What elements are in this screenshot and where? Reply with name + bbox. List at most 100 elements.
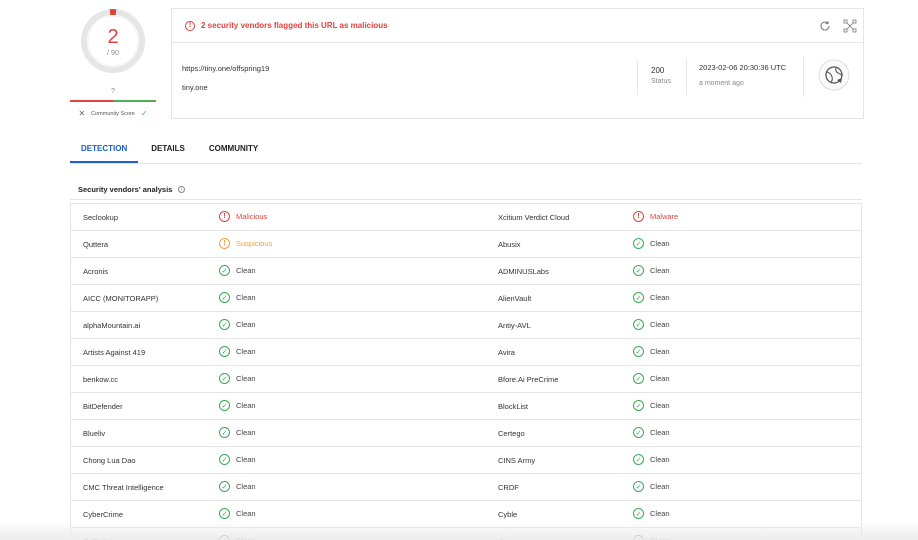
check-circle-icon: ✓	[633, 238, 644, 249]
community-score-bar	[70, 100, 156, 102]
vendor-verdict: ✓ Clean	[219, 508, 256, 519]
vendor-name: Xcitium Verdict Cloud	[498, 213, 570, 222]
verdict-label: Clean	[236, 320, 256, 329]
check-circle-icon: ✓	[633, 427, 644, 438]
check-circle-icon: ✓	[633, 346, 644, 357]
analysis-date: 2023-02-06 20:30:36 UTC a moment ago	[686, 59, 786, 95]
alert-banner: ! 2 security vendors flagged this URL as…	[172, 9, 863, 43]
table-row: benkow.cc ✓ Clean Bfore.Ai PreCrime ✓ Clean	[71, 366, 861, 393]
check-circle-icon: ✓	[219, 481, 230, 492]
check-circle-icon: ✓	[633, 292, 644, 303]
check-circle-icon: ✓	[219, 427, 230, 438]
verdict-label: Clean	[236, 347, 256, 356]
verdict-label: Clean	[650, 374, 670, 383]
url-globe-icon	[818, 59, 850, 91]
verdict-label: Malicious	[236, 212, 268, 221]
vendor-verdict: ✓ Clean	[633, 346, 670, 357]
check-circle-icon: ✓	[219, 454, 230, 465]
http-status: 200 Status	[637, 61, 671, 95]
section-title: Security vendors' analysis	[78, 185, 173, 194]
detection-score-widget: 2 / 90 ? ✕ Community Score ✓	[70, 6, 158, 122]
check-circle-icon: ✓	[219, 265, 230, 276]
vendor-verdict: ✓ Clean	[633, 292, 670, 303]
vote-up-icon[interactable]: ✓	[141, 109, 148, 118]
check-circle-icon: ✓	[633, 319, 644, 330]
vendor-name: AlienVault	[498, 294, 532, 303]
vendor-name: Artists Against 419	[83, 348, 146, 357]
vendor-verdict: ✓ Clean	[219, 292, 256, 303]
vendor-name: benkow.cc	[83, 375, 119, 384]
check-circle-icon: ✓	[633, 400, 644, 411]
table-row: Artists Against 419 ✓ Clean Avira ✓ Clean	[71, 339, 861, 366]
vendor-verdict: ✓ Clean	[633, 265, 670, 276]
vote-down-icon[interactable]: ✕	[78, 109, 85, 118]
verdict-label: Clean	[236, 266, 256, 275]
tab-details[interactable]: DETAILS	[151, 137, 185, 163]
vendor-verdict: ✓ Clean	[633, 508, 670, 519]
vendor-name: CINS Army	[498, 456, 536, 465]
check-circle-icon: ✓	[219, 319, 230, 330]
url-info-card: ! 2 security vendors flagged this URL as…	[171, 8, 864, 119]
detection-count: 2	[107, 26, 119, 48]
verdict-label: Clean	[236, 401, 256, 410]
table-row: Quttera! Suspicious Abusix ✓ Clean	[71, 231, 861, 258]
info-icon[interactable]: i	[178, 186, 186, 193]
vendors-section-header: Security vendors' analysis i	[70, 180, 862, 200]
verdict-label: Clean	[236, 455, 256, 464]
date-relative: a moment ago	[699, 80, 744, 87]
reanalyze-icon[interactable]	[819, 20, 831, 32]
verdict-label: Clean	[650, 401, 670, 410]
vendor-name: alphaMountain.ai	[83, 321, 141, 330]
graph-icon[interactable]	[843, 19, 857, 33]
vendor-name: Chong Lua Dao	[83, 456, 136, 465]
vendor-name: AICC (MONITORAPP)	[83, 294, 159, 303]
check-circle-icon: ✓	[219, 292, 230, 303]
verdict-label: Clean	[650, 266, 670, 275]
vendor-verdict: ✓ Clean	[633, 427, 670, 438]
vendor-verdict: ✓ Clean	[633, 319, 670, 330]
vendor-name: Avira	[498, 348, 515, 357]
check-circle-icon: ✓	[633, 265, 644, 276]
verdict-label: Clean	[650, 455, 670, 464]
verdict-label: Clean	[650, 509, 670, 518]
vendor-name: Certego	[498, 429, 525, 438]
table-row: BitDefender ✓ Clean BlockList ✓ Clean	[71, 393, 861, 420]
table-row: Seclookup! Malicious Xcitium Verdict Cloud…	[71, 204, 861, 231]
verdict-label: Clean	[236, 374, 256, 383]
vendor-name: BitDefender	[83, 402, 123, 411]
table-row: AICC (MONITORAPP) ✓ Clean AlienVault ✓ Clean	[71, 285, 861, 312]
check-circle-icon: ✓	[633, 373, 644, 384]
tab-detection[interactable]: DETECTION	[69, 137, 139, 163]
vendor-verdict: ✓ Clean	[219, 265, 256, 276]
vendor-verdict: ✓ Clean	[633, 481, 670, 492]
status-code: 200	[651, 66, 665, 75]
community-score-value: ?	[111, 88, 115, 95]
table-row: Acronis ✓ Clean ADMINUSLabs ✓ Clean	[71, 258, 861, 285]
domain-link[interactable]: tiny.one	[182, 83, 208, 92]
status-label: Status	[651, 78, 671, 85]
vendor-verdict: ✓ Clean	[219, 454, 256, 465]
verdict-label: Clean	[650, 293, 670, 302]
alert-text: 2 security vendors flagged this URL as m…	[201, 21, 388, 30]
check-circle-icon: ✓	[633, 454, 644, 465]
vendor-name: Antiy-AVL	[498, 321, 531, 330]
community-score-label: Community Score	[91, 110, 135, 117]
card-actions	[819, 19, 857, 33]
table-row: Chong Lua Dao ✓ Clean CINS Army ✓ Clean	[71, 447, 861, 474]
vendor-verdict: ! Malicious	[219, 211, 267, 222]
vendor-name: Abusix	[498, 240, 521, 249]
alert-icon: !	[185, 20, 195, 31]
vendor-verdict: ✓ Clean	[219, 400, 256, 411]
tab-community[interactable]: COMMUNITY	[209, 137, 258, 163]
date-value: 2023-02-06 20:30:36 UTC	[699, 63, 787, 72]
vendor-name: Acronis	[83, 267, 109, 276]
community-score-negative	[70, 100, 113, 102]
vendor-verdict: ✓ Clean	[219, 373, 256, 384]
check-circle-icon: ✓	[633, 508, 644, 519]
vendor-name: BlockList	[498, 402, 529, 411]
check-circle-icon: ✓	[219, 373, 230, 384]
vendor-name: CyberCrime	[83, 510, 124, 519]
detection-total: / 90	[107, 50, 119, 57]
verdict-label: Clean	[650, 482, 670, 491]
vendor-name: Blueliv	[83, 429, 106, 438]
